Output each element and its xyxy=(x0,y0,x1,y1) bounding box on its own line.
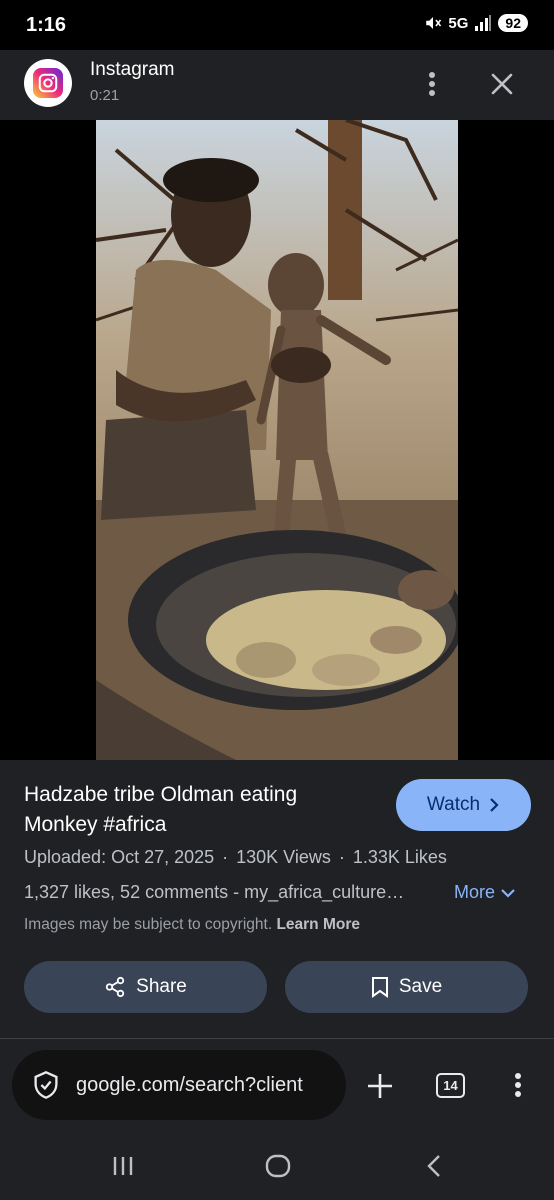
status-bar: 1:16 5G 92 xyxy=(0,0,554,50)
media-area xyxy=(0,120,554,760)
address-bar[interactable]: google.com/search?client xyxy=(12,1050,346,1120)
learn-more-link[interactable]: Learn More xyxy=(276,916,360,933)
system-nav-bar xyxy=(0,1132,554,1200)
battery-level: 92 xyxy=(498,14,528,32)
status-time: 1:16 xyxy=(26,14,67,36)
save-label: Save xyxy=(398,976,443,997)
secure-shield-icon xyxy=(34,1071,58,1099)
more-vert-icon[interactable] xyxy=(504,1067,532,1103)
mute-icon xyxy=(426,17,442,29)
upload-date: Uploaded: Oct 27, 2025 xyxy=(24,847,215,867)
meta-separator: · xyxy=(338,847,345,867)
back-icon[interactable] xyxy=(414,1150,454,1182)
view-count: 130K Views xyxy=(236,847,331,867)
more-button[interactable]: More xyxy=(454,882,515,903)
video-duration: 0:21 xyxy=(90,87,120,104)
result-info-panel: Hadzabe tribe Oldman eating Monkey #afri… xyxy=(0,760,554,1038)
watch-label: Watch xyxy=(426,794,481,815)
result-meta: Uploaded: Oct 27, 2025 · 130K Views · 1.33K … xyxy=(24,847,447,868)
copyright-text: Images may be subject to copyright. xyxy=(24,916,273,933)
chevron-down-icon xyxy=(501,888,515,898)
plus-icon[interactable] xyxy=(362,1068,398,1104)
url-text: google.com/search?client xyxy=(76,1073,303,1096)
home-icon[interactable] xyxy=(258,1150,298,1182)
share-button[interactable]: Share xyxy=(24,961,267,1013)
like-count: 1.33K Likes xyxy=(352,847,447,867)
close-icon[interactable] xyxy=(484,66,520,102)
watch-button[interactable]: Watch xyxy=(396,779,531,831)
tab-count: 14 xyxy=(443,1078,458,1093)
more-label: More xyxy=(454,882,496,902)
signal-icon xyxy=(475,15,492,31)
share-label: Share xyxy=(136,976,187,997)
save-button[interactable]: Save xyxy=(285,961,528,1013)
result-description: 1,327 likes, 52 comments - my_africa_cul… xyxy=(24,882,405,902)
tab-switcher-button[interactable]: 14 xyxy=(436,1073,465,1098)
more-vert-icon[interactable] xyxy=(418,66,446,102)
copyright-notice: Images may be subject to copyright. Lear… xyxy=(24,916,360,934)
browser-toolbar: google.com/search?client 14 xyxy=(0,1038,554,1132)
source-name: Instagram xyxy=(90,59,175,80)
share-icon xyxy=(105,976,125,998)
bookmark-icon xyxy=(371,977,388,998)
viewer-header: Instagram 0:21 xyxy=(0,50,554,120)
recents-icon[interactable] xyxy=(103,1150,143,1182)
video-thumbnail[interactable] xyxy=(96,120,458,760)
meta-separator: · xyxy=(222,847,229,867)
network-type: 5G xyxy=(448,14,469,32)
chevron-right-icon xyxy=(490,798,499,812)
instagram-icon xyxy=(24,59,72,107)
result-title[interactable]: Hadzabe tribe Oldman eating Monkey #afri… xyxy=(24,780,374,840)
status-indicators: 5G 92 xyxy=(424,14,528,32)
